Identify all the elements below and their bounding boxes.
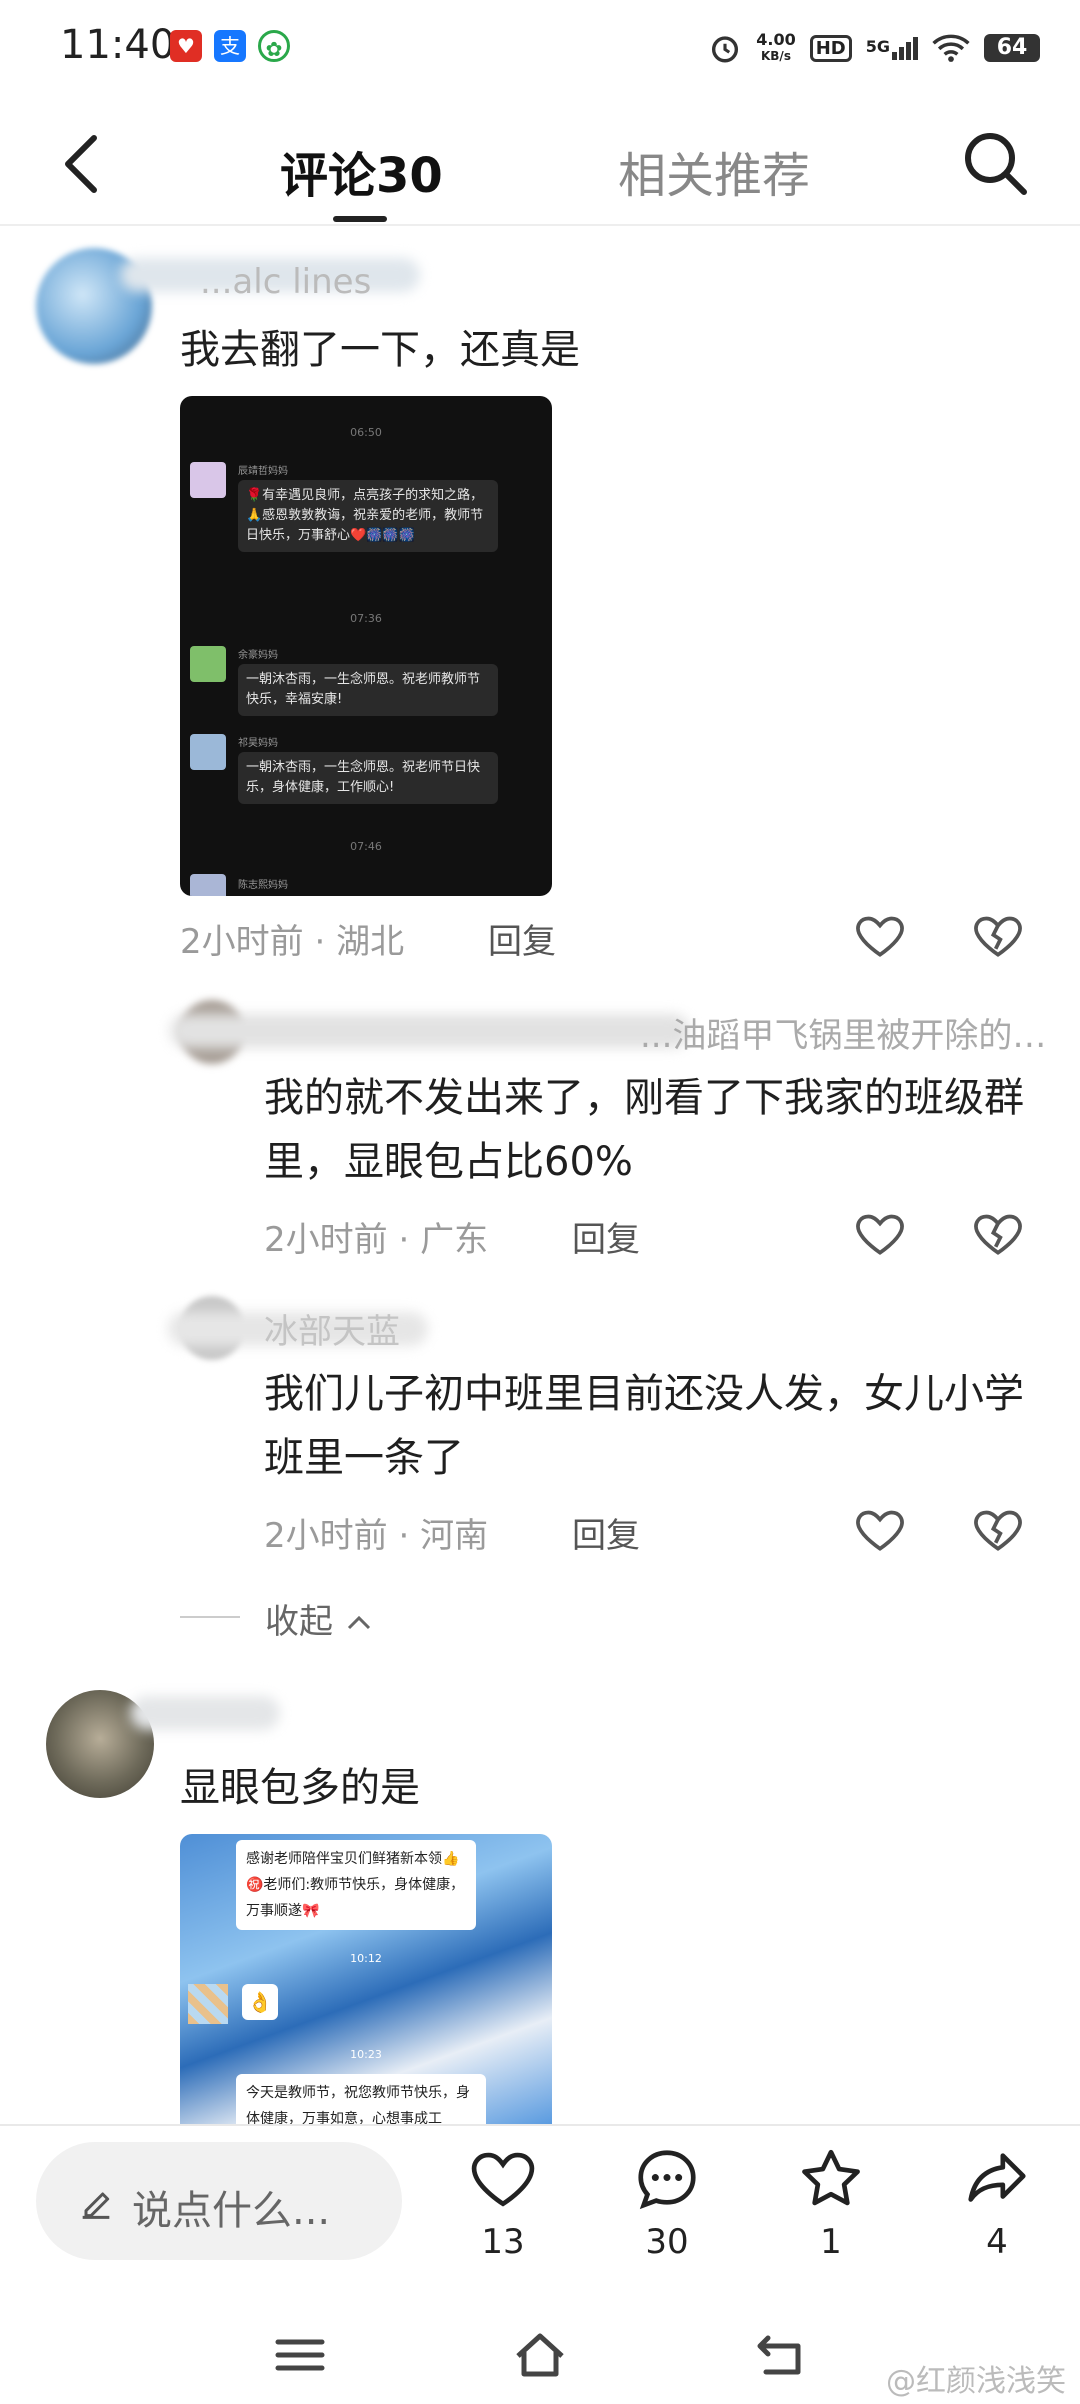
comment-count: 30 [645, 2222, 689, 2262]
comment-location: 湖北 [336, 922, 405, 962]
comment-time: 2小时前 [180, 922, 304, 962]
image-text-card: 今天是教师节，祝您教师节快乐，身体健康，万事如意，心想事成工 [236, 2074, 486, 2124]
menu-icon[interactable] [272, 2330, 328, 2380]
status-bar: 11:40 ♥ 支 ✿ 4.00 KB/s HD 5G 64 [0, 0, 1080, 100]
bottom-action-bar: 说点什么... 13 30 1 4 [0, 2124, 1080, 2304]
dislike-broken-heart-icon[interactable] [970, 1502, 1026, 1558]
image-sticker: 👌 [242, 1984, 278, 2020]
status-icons: 4.00 KB/s HD 5G 64 [708, 26, 1040, 70]
watermark: @红颜浅浅笑 [886, 2364, 1066, 2399]
like-button[interactable]: 13 [448, 2144, 558, 2262]
chat-bubble: 一朝沐杏雨，一生念师恩。祝老师节日快乐，身体健康，工作顺心! [238, 752, 498, 804]
alarm-icon [712, 36, 739, 63]
reply-button[interactable]: 回复 [572, 1508, 640, 1557]
dislike-broken-heart-icon[interactable] [970, 1206, 1026, 1262]
star-icon [802, 2149, 860, 2206]
alipay-icon: 支 [214, 30, 246, 62]
battery-icon: 64 [984, 34, 1040, 62]
chat-avatar [190, 462, 226, 498]
reply-button[interactable]: 回复 [488, 914, 556, 963]
username[interactable]: 冰部天蓝 [264, 1304, 400, 1353]
comment-text: 显眼包多的是 [180, 1765, 420, 1811]
chat-timestamp: 07:36 [350, 612, 382, 625]
dislike-broken-heart-icon[interactable] [970, 908, 1026, 964]
username[interactable]: ...油蹈甲飞锅里被开除的… [640, 1008, 1046, 1057]
username-blur [170, 1014, 690, 1048]
comment-meta: 2小时前 · 河南 [264, 1516, 489, 1556]
app-leaf-icon: ✿ [258, 30, 290, 62]
reply-button[interactable]: 回复 [572, 1212, 640, 1261]
app-notification-icon: ♥ [170, 30, 202, 62]
back-arrow-icon[interactable] [56, 132, 112, 196]
comment-image[interactable]: 06:50 辰靖哲妈妈 🌹有幸遇见良师，点亮孩子的求知之路，🙏感恩敦敦教诲，祝亲… [180, 396, 552, 896]
search-icon[interactable] [960, 128, 1030, 198]
signal-icon: 5G [866, 36, 918, 60]
comment-location: 广东 [420, 1220, 489, 1260]
back-icon[interactable] [752, 2330, 808, 2380]
chat-avatar [190, 874, 226, 896]
comment-meta: 2小时前 · 湖北 [180, 922, 405, 962]
comment-time: 2小时前 [264, 1516, 388, 1556]
net-speed: 4.00 KB/s [756, 30, 796, 64]
heart-icon [471, 2152, 535, 2207]
username[interactable]: ...alc lines [200, 262, 371, 302]
image-timestamp: 10:23 [350, 2048, 382, 2061]
chat-sender: 祁昊妈妈 [238, 738, 278, 749]
hd-icon: HD [809, 34, 852, 62]
image-timestamp: 10:12 [350, 1952, 382, 1965]
chevron-up-icon [347, 1615, 370, 1630]
share-count: 4 [986, 2222, 1008, 2262]
tab-active-indicator [333, 216, 387, 222]
chat-avatar [190, 734, 226, 770]
chat-avatar [190, 646, 226, 682]
chat-timestamp: 06:50 [350, 426, 382, 439]
tab-related[interactable]: 相关推荐 [618, 136, 810, 206]
collapse-divider [180, 1616, 240, 1618]
comment-image[interactable]: 感谢老师陪伴宝贝们鲜猪新本领👍 ㊗️老师们:教师节快乐，身体健康，万事顺遂🎀 👌… [180, 1834, 552, 2124]
chat-timestamp: 07:46 [350, 840, 382, 853]
home-icon[interactable] [512, 2330, 568, 2380]
status-time: 11:40 [60, 22, 176, 68]
comment-meta: 2小时前 · 广东 [264, 1220, 489, 1260]
username-blur [130, 1696, 280, 1730]
pencil-icon [82, 2192, 110, 2219]
like-heart-icon[interactable] [852, 908, 908, 964]
like-heart-icon[interactable] [852, 1502, 908, 1558]
share-arrow-icon [968, 2153, 1026, 2202]
like-heart-icon[interactable] [852, 1206, 908, 1262]
comment-text: 我的就不发出来了，刚看了下我家的班级群里，显眼包占比60% [264, 1075, 1024, 1185]
comment-text: 我们儿子初中班里目前还没人发，女儿小学班里一条了 [264, 1371, 1024, 1481]
chat-bubble: 一朝沐杏雨，一生念师恩。祝老师教师节快乐，幸福安康! [238, 664, 498, 716]
tab-comments[interactable]: 评论30 [280, 136, 443, 206]
wifi-icon [932, 34, 970, 62]
comment-time: 2小时前 [264, 1220, 388, 1260]
collapse-replies-button[interactable]: 收起 [265, 1594, 374, 1643]
image-avatar [188, 1984, 228, 2024]
chat-sender: 余豪妈妈 [238, 650, 278, 661]
share-button[interactable]: 4 [942, 2144, 1052, 2262]
image-text-card: 感谢老师陪伴宝贝们鲜猪新本领👍 ㊗️老师们:教师节快乐，身体健康，万事顺遂🎀 [236, 1840, 476, 1930]
top-nav: 评论30 相关推荐 [0, 100, 1080, 226]
star-count: 1 [820, 2222, 842, 2262]
chat-bubble: 🌹有幸遇见良师，点亮孩子的求知之路，🙏感恩敦敦教诲，祝亲爱的老师，教师节日快乐，… [238, 480, 498, 552]
comment-bubble-icon [638, 2150, 696, 2210]
favorite-button[interactable]: 1 [776, 2144, 886, 2262]
chat-sender: 陈志熙妈妈 [238, 880, 288, 891]
comment-location: 河南 [420, 1516, 489, 1556]
like-count: 13 [481, 2222, 525, 2262]
comment-text: 我去翻了一下，还真是 [180, 327, 580, 373]
chat-sender: 辰靖哲妈妈 [238, 466, 288, 477]
comment-input[interactable]: 说点什么... [36, 2142, 402, 2260]
comment-button[interactable]: 30 [612, 2144, 722, 2262]
comment-input-placeholder: 说点什么... [132, 2188, 331, 2234]
